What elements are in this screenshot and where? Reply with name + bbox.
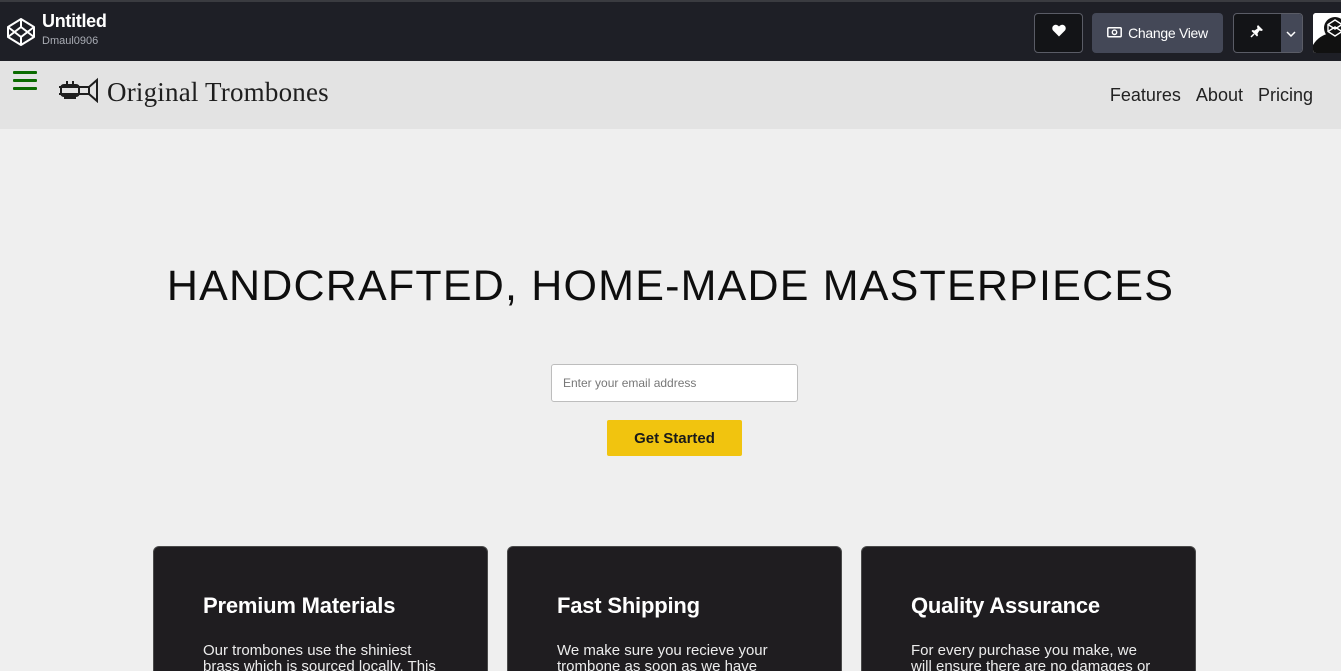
codepen-logo-icon[interactable] bbox=[6, 17, 36, 47]
feature-card-quality-assurance: Quality Assurance For every purchase you… bbox=[861, 546, 1196, 671]
hamburger-menu-icon[interactable] bbox=[13, 71, 37, 91]
nav-link-features[interactable]: Features bbox=[1110, 85, 1181, 106]
brand-name: Original Trombones bbox=[107, 77, 329, 107]
feature-card-premium-materials: Premium Materials Our trombones use the … bbox=[153, 546, 488, 671]
main-nav: Features About Pricing bbox=[1110, 85, 1313, 106]
brand-logo[interactable]: Original Trombones bbox=[57, 77, 329, 108]
codepen-header: Untitled Dmaul0906 Change View bbox=[0, 0, 1341, 61]
pin-dropdown-toggle[interactable] bbox=[1280, 14, 1302, 52]
pen-author[interactable]: Dmaul0906 bbox=[42, 35, 98, 47]
site-header: Original Trombones Features About Pricin… bbox=[0, 61, 1341, 129]
get-started-button[interactable]: Get Started bbox=[607, 420, 742, 456]
pin-button-group[interactable] bbox=[1233, 13, 1303, 53]
change-view-button[interactable]: Change View bbox=[1092, 13, 1223, 53]
feature-text: We make sure you recieve your trombone a… bbox=[557, 642, 768, 671]
pen-title[interactable]: Untitled bbox=[42, 11, 107, 32]
feature-title: Premium Materials bbox=[203, 593, 396, 618]
pin-button[interactable] bbox=[1234, 14, 1281, 52]
pin-icon bbox=[1250, 24, 1264, 43]
feature-text: Our trombones use the shiniest brass whi… bbox=[203, 642, 436, 671]
avatar[interactable] bbox=[1313, 13, 1341, 53]
change-view-label: Change View bbox=[1128, 25, 1208, 41]
nav-link-pricing[interactable]: Pricing bbox=[1258, 85, 1313, 106]
chevron-down-icon bbox=[1286, 24, 1296, 42]
trombone-icon bbox=[57, 77, 99, 108]
nav-link-about[interactable]: About bbox=[1196, 85, 1243, 106]
eye-icon bbox=[1107, 25, 1123, 41]
hero-title: HANDCRAFTED, HOME-MADE MASTERPIECES bbox=[166, 262, 1175, 310]
heart-icon bbox=[1051, 24, 1066, 42]
feature-card-fast-shipping: Fast Shipping We make sure you recieve y… bbox=[507, 546, 842, 671]
email-input[interactable] bbox=[551, 364, 798, 402]
heart-button[interactable] bbox=[1034, 13, 1083, 53]
feature-title: Fast Shipping bbox=[557, 593, 700, 618]
feature-title: Quality Assurance bbox=[911, 593, 1100, 618]
feature-text: For every purchase you make, we will ens… bbox=[911, 642, 1151, 671]
